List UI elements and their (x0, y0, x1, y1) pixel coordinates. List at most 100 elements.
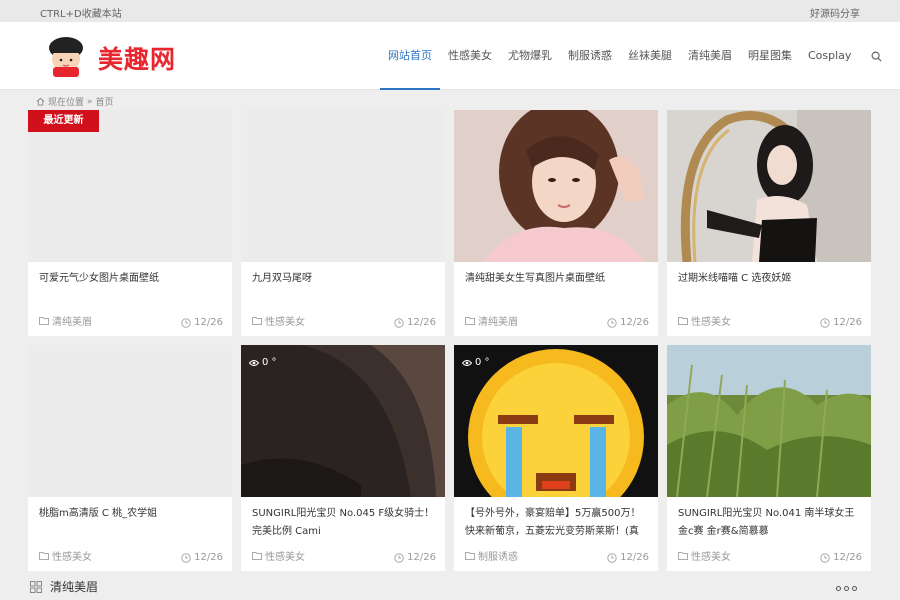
main-nav: 网站首页 性感美女 尤物爆乳 制服诱惑 丝袜美腿 清纯美眉 明星图集 Cospl… (380, 22, 887, 90)
top-bar: CTRL+D收藏本站 好源码分享 (0, 0, 900, 22)
folder-icon (678, 317, 688, 325)
nav-item-home[interactable]: 网站首页 (380, 22, 440, 90)
site-name: 美趣网 (98, 45, 177, 74)
post-card[interactable]: 0 ° SUNGIRL阳光宝贝 No.045 F级女骑士！完美比例 Cami 性… (241, 345, 445, 571)
post-category-label: 制服诱惑 (478, 552, 518, 563)
eye-icon (249, 359, 259, 366)
clock-icon (607, 317, 617, 328)
folder-icon (465, 552, 475, 560)
post-title[interactable]: 清纯甜美女生写真图片桌面壁纸 (465, 270, 649, 288)
post-date: 12/26 (394, 552, 436, 563)
breadcrumb-current[interactable]: 首页 (96, 95, 114, 108)
post-thumbnail[interactable] (454, 110, 658, 262)
post-category-label: 性感美女 (52, 552, 92, 563)
more-button[interactable] (836, 586, 857, 591)
post-card[interactable]: 过期米线喵喵 C 选夜妖姬 性感美女 12/26 (667, 110, 871, 336)
post-thumbnail[interactable] (667, 345, 871, 497)
post-category[interactable]: 清纯美眉 (39, 313, 92, 328)
post-card[interactable]: 九月双马尾呀 性感美女 12/26 (241, 110, 445, 336)
post-date: 12/26 (607, 317, 649, 328)
post-title[interactable]: 过期米线喵喵 C 选夜妖姬 (678, 270, 862, 288)
post-date: 12/26 (820, 317, 862, 328)
clock-icon (394, 552, 404, 563)
post-thumbnail[interactable] (28, 345, 232, 497)
nav-item-busty[interactable]: 尤物爆乳 (500, 22, 560, 90)
post-date-label: 12/26 (620, 552, 649, 563)
post-category[interactable]: 性感美女 (252, 313, 305, 328)
eye-icon (462, 359, 472, 366)
view-count: 0 ° (462, 357, 490, 368)
folder-icon (252, 552, 262, 560)
folder-icon (39, 552, 49, 560)
grid-icon (30, 580, 42, 593)
post-date: 12/26 (181, 552, 223, 563)
more-dot-icon (836, 586, 841, 591)
post-date-label: 12/26 (833, 552, 862, 563)
post-thumbnail[interactable]: 0 ° (241, 345, 445, 497)
post-card[interactable]: 0 ° 【号外号外，豪宴赔单】5万赢500万！快来新葡京，五菱宏光变劳斯莱斯！(… (454, 345, 658, 571)
post-title[interactable]: 九月双马尾呀 (252, 270, 436, 288)
post-card[interactable]: 可爱元气少女图片桌面壁纸 清纯美眉 12/26 (28, 110, 232, 336)
section-title: 清纯美眉 (50, 580, 99, 594)
post-category-label: 性感美女 (691, 552, 731, 563)
post-title[interactable]: SUNGIRL阳光宝贝 No.045 F级女骑士！完美比例 Cami (252, 505, 436, 541)
post-category[interactable]: 性感美女 (252, 548, 305, 563)
nav-item-cosplay[interactable]: Cosplay (800, 22, 859, 90)
post-category[interactable]: 性感美女 (678, 313, 731, 328)
nav-item-sexy[interactable]: 性感美女 (440, 22, 500, 90)
post-date: 12/26 (820, 552, 862, 563)
grass-photo (667, 345, 871, 497)
folder-icon (678, 552, 688, 560)
post-date: 12/26 (181, 317, 223, 328)
post-category-label: 清纯美眉 (478, 317, 518, 328)
clock-icon (181, 317, 191, 328)
nav-item-pure[interactable]: 清纯美眉 (680, 22, 740, 90)
breadcrumb-separator: » (87, 96, 93, 107)
view-count: 0 ° (249, 357, 277, 368)
post-category[interactable]: 制服诱惑 (465, 548, 518, 563)
section-heading: 清纯美眉 (30, 578, 98, 595)
latest-updates-badge: 最近更新 (28, 110, 99, 132)
site-header: 美趣网 网站首页 性感美女 尤物爆乳 制服诱惑 丝袜美腿 清纯美眉 明星图集 C… (0, 22, 900, 90)
nav-item-uniform[interactable]: 制服诱惑 (560, 22, 620, 90)
post-title[interactable]: 桃脂m高清版 C 桃_农学姐 (39, 505, 223, 523)
post-category[interactable]: 性感美女 (39, 548, 92, 563)
post-title[interactable]: 可爱元气少女图片桌面壁纸 (39, 270, 223, 288)
post-thumbnail[interactable] (28, 110, 232, 262)
view-count-label: 0 ° (262, 357, 277, 368)
clock-icon (820, 552, 830, 563)
clock-icon (607, 552, 617, 563)
breadcrumb: 现在位置 » 首页 (36, 95, 114, 108)
portrait-photo (667, 110, 871, 262)
site-logo[interactable]: 美趣网 (44, 32, 204, 80)
post-category[interactable]: 清纯美眉 (465, 313, 518, 328)
nav-item-stockings[interactable]: 丝袜美腿 (620, 22, 680, 90)
post-title[interactable]: 【号外号外，豪宴赔单】5万赢500万！快来新葡京，五菱宏光变劳斯莱斯！(真 (465, 505, 649, 541)
post-date-label: 12/26 (407, 552, 436, 563)
post-category-label: 性感美女 (265, 552, 305, 563)
home-icon (36, 97, 45, 106)
post-card[interactable]: 清纯甜美女生写真图片桌面壁纸 清纯美眉 12/26 (454, 110, 658, 336)
post-card[interactable]: SUNGIRL阳光宝贝 No.041 南半球女王金c赛 金r赛&简慕慕 性感美女… (667, 345, 871, 571)
nav-item-stars[interactable]: 明星图集 (740, 22, 800, 90)
breadcrumb-location: 现在位置 (48, 98, 85, 108)
post-thumbnail[interactable]: 0 ° (454, 345, 658, 497)
post-date: 12/26 (607, 552, 649, 563)
portrait-photo (454, 110, 658, 262)
post-thumbnail[interactable] (667, 110, 871, 262)
post-card[interactable]: 桃脂m高清版 C 桃_农学姐 性感美女 12/26 (28, 345, 232, 571)
share-link[interactable]: 好源码分享 (810, 5, 860, 20)
post-category-label: 性感美女 (265, 317, 305, 328)
post-title[interactable]: SUNGIRL阳光宝贝 No.041 南半球女王金c赛 金r赛&简慕慕 (678, 505, 862, 541)
post-category[interactable]: 性感美女 (678, 548, 731, 563)
post-thumbnail[interactable] (241, 110, 445, 262)
folder-icon (465, 317, 475, 325)
clock-icon (394, 317, 404, 328)
search-button[interactable] (865, 22, 887, 90)
view-count-label: 0 ° (475, 357, 490, 368)
search-icon (871, 51, 882, 62)
post-date: 12/26 (394, 317, 436, 328)
bookmark-hint: CTRL+D收藏本站 (40, 9, 122, 20)
clock-icon (820, 317, 830, 328)
mascot-logo-icon (49, 37, 83, 77)
